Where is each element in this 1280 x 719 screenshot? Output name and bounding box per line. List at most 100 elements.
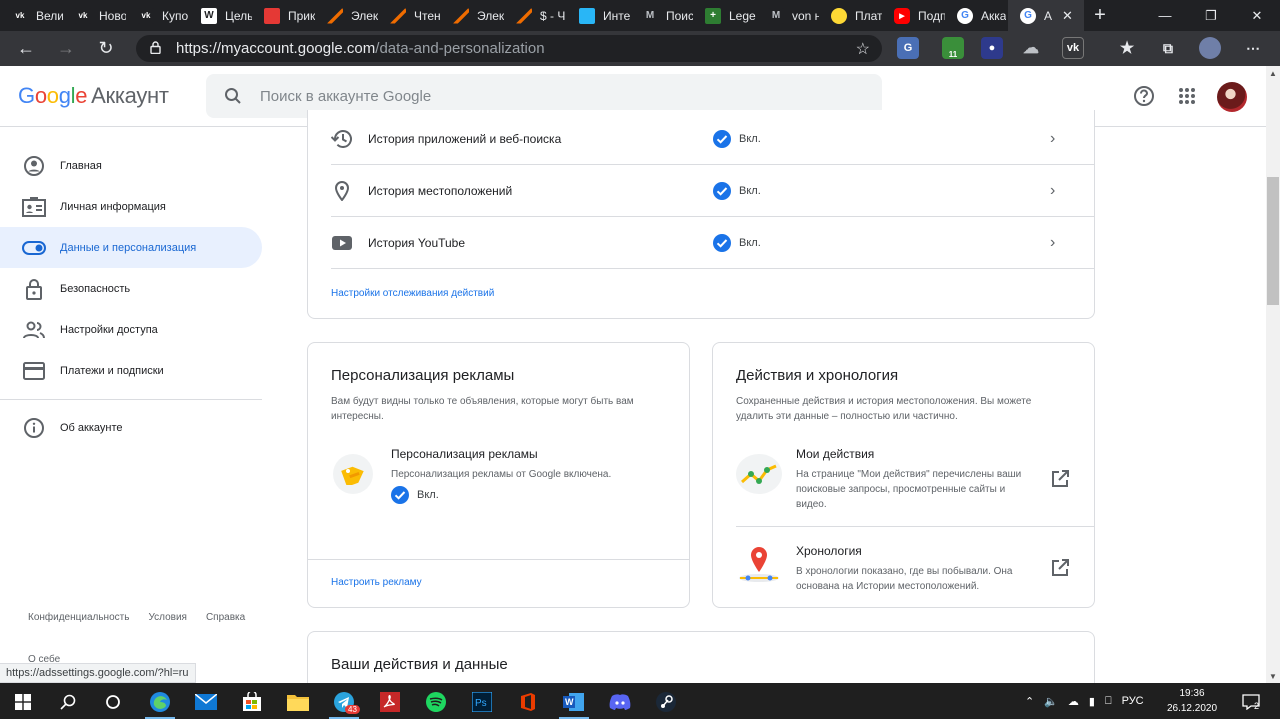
browser-tab[interactable]: vk Вели [0,0,63,31]
scroll-down-arrow-icon[interactable]: ▼ [1266,669,1280,683]
history-row-youtube[interactable]: История YouTube Вкл. › [331,217,1095,269]
minimize-button[interactable]: — [1142,0,1188,31]
profile-avatar-icon[interactable] [1199,37,1221,59]
browser-tab[interactable]: + Leger [693,0,756,31]
show-hidden-icons-icon[interactable]: ⌃ [1025,695,1034,708]
maximize-button[interactable]: ❐ [1188,0,1234,31]
your-data-card: Ваши действия и данные [307,631,1095,691]
page-scrollbar[interactable]: ▲ ▼ [1266,66,1280,683]
scrollbar-thumb[interactable] [1267,177,1279,305]
edge-browser-icon[interactable] [137,687,183,719]
ads-status: Вкл. [391,486,439,504]
cloud-extension-icon[interactable]: ☁ [1020,37,1042,59]
my-activity-row[interactable]: Мои действия На странице "Мои действия" … [713,437,1094,526]
notifications-icon[interactable]: 2 [1228,687,1274,717]
photoshop-icon[interactable]: Ps [459,687,505,717]
browser-tab[interactable]: Mvon н [756,0,819,31]
browser-tab[interactable]: vk Купо [126,0,189,31]
onedrive-icon[interactable]: ☁ [1068,695,1079,708]
reload-button[interactable]: ↻ [86,31,126,66]
lock-icon [150,40,164,57]
history-row-location[interactable]: История местоположений Вкл. › [331,165,1095,217]
sidebar-item-about[interactable]: Об аккаунте [0,407,262,448]
task-view-icon[interactable] [90,687,136,717]
browser-tab[interactable]: vk Ново [63,0,126,31]
google-account-logo[interactable]: Google Аккаунт [18,83,169,109]
chevron-right-icon: › [1050,129,1056,147]
timeline-row[interactable]: Хронология В хронологии показано, где вы… [713,527,1094,607]
history-row-status: Вкл. [713,233,1050,252]
telegram-icon[interactable]: 43 [321,687,367,719]
tab-title: Цель [225,8,252,23]
scroll-up-arrow-icon[interactable]: ▲ [1266,66,1280,80]
terms-link[interactable]: Условия [148,612,187,623]
back-button[interactable]: ← [6,31,46,66]
video-icon [264,7,280,24]
browser-tab[interactable]: G А ✕ [1008,0,1084,31]
address-bar-row: ← → ↻ https://myaccount.google.com/data-… [0,31,1280,66]
browser-tab[interactable]: Прик [252,0,315,31]
input-language[interactable]: РУС [1122,695,1144,707]
mail-icon[interactable] [183,687,229,717]
taskbar-clock[interactable]: 19:36 26.12.2020 [1160,686,1224,716]
favorites-icon[interactable]: ★ [1116,37,1138,59]
vpn-extension-icon[interactable]: ● [981,37,1003,59]
forward-button[interactable]: → [46,31,86,66]
green-extension-icon[interactable]: 11 [942,37,964,59]
sidebar-item-security[interactable]: Безопасность [0,268,262,309]
office-icon[interactable] [505,687,551,717]
spotify-icon[interactable] [413,687,459,717]
vk-extension-icon[interactable]: vk [1062,37,1084,59]
chevron-right-icon: › [1050,233,1056,251]
battery-icon[interactable]: ▮ [1089,695,1095,708]
sidebar-item-data-personalization[interactable]: Данные и персонализация [0,227,262,268]
home-icon [0,155,60,177]
card-divider [308,559,689,560]
account-avatar[interactable] [1217,82,1247,112]
browser-tab[interactable]: Элек [441,0,504,31]
sidebar-item-personal-info[interactable]: Личная информация [0,186,262,227]
browser-tab[interactable]: W Цель [189,0,252,31]
steam-icon[interactable] [643,687,689,717]
new-tab-button[interactable]: + [1084,0,1116,31]
chevron-right-icon: › [1050,181,1056,199]
word-icon[interactable]: W [551,687,597,719]
close-window-button[interactable]: ✕ [1234,0,1280,31]
browser-tab[interactable]: Элек [315,0,378,31]
close-tab-icon[interactable]: ✕ [1062,8,1073,24]
browser-tab[interactable]: Плате [819,0,882,31]
sidebar-item-sharing[interactable]: Настройки доступа [0,309,262,350]
url-field[interactable]: https://myaccount.google.com/data-and-pe… [136,35,882,62]
taskbar-search-icon[interactable] [45,687,91,717]
help-icon[interactable] [1130,82,1158,110]
translate-extension-icon[interactable]: G [897,37,919,59]
discord-icon[interactable] [597,687,643,717]
store-icon[interactable] [229,687,275,717]
sidebar-item-label: Платежи и подписки [60,364,164,377]
network-icon[interactable]: ⎕ [1105,695,1112,708]
bookmark-star-icon[interactable]: ☆ [856,39,870,59]
history-row-label: История YouTube [368,235,466,250]
activity-controls-link[interactable]: Настройки отслеживания действий [331,288,494,299]
browser-tab[interactable]: $ - Ч [504,0,567,31]
acrobat-icon[interactable] [367,687,413,717]
history-row-web[interactable]: История приложений и веб-поиска Вкл. › [331,113,1095,165]
browser-tab[interactable]: G Акка [945,0,1008,31]
account-search-input[interactable] [260,87,840,105]
browser-tab[interactable]: Инте [567,0,630,31]
collections-icon[interactable]: ⧉ [1157,37,1179,59]
browser-tab[interactable]: M Поис [630,0,693,31]
file-explorer-icon[interactable] [275,687,321,717]
help-link[interactable]: Справка [206,612,245,623]
sidebar-item-payments[interactable]: Платежи и подписки [0,350,262,391]
sidebar-item-label: Главная [60,159,102,172]
browser-tab[interactable]: ▶ Подп [882,0,945,31]
apps-grid-icon[interactable] [1173,82,1201,110]
windows-start-icon[interactable] [0,687,46,717]
ad-settings-link[interactable]: Настроить рекламу [331,577,422,588]
browser-tab[interactable]: Чтен [378,0,441,31]
more-menu-icon[interactable]: ⋯ [1242,37,1264,59]
volume-icon[interactable]: 🔈 [1044,695,1058,708]
sidebar-item-home[interactable]: Главная [0,145,262,186]
privacy-link[interactable]: Конфиденциальность [28,612,129,623]
